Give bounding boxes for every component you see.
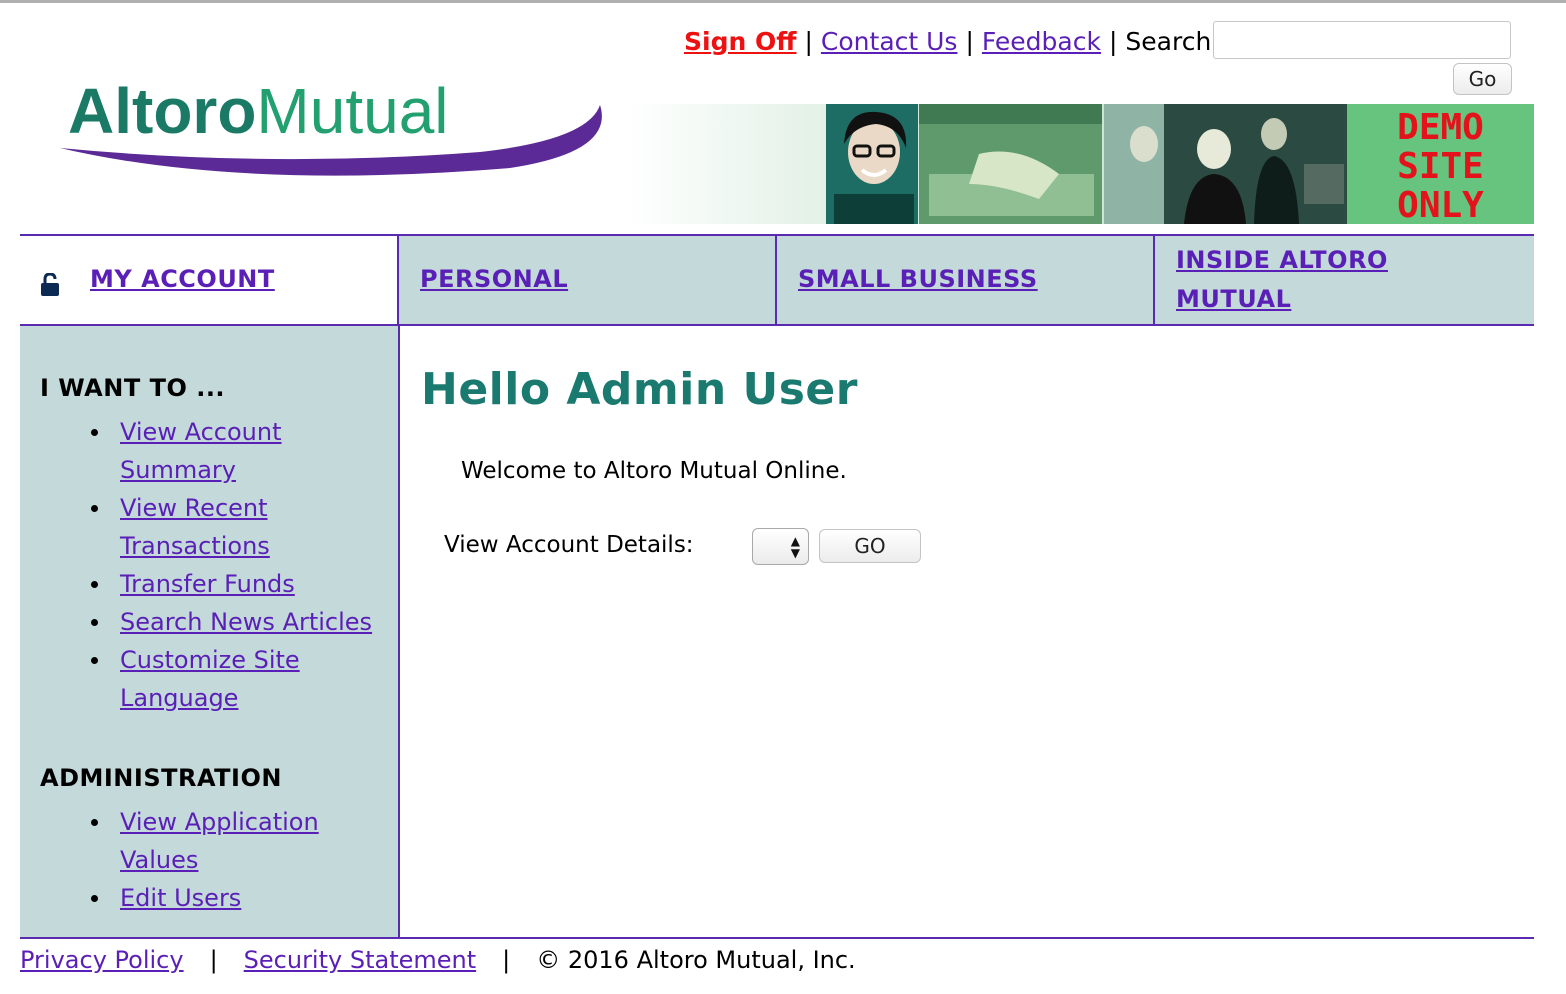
transfer-funds-link[interactable]: Transfer Funds [120,570,295,598]
search-news-articles-link[interactable]: Search News Articles [120,608,372,636]
lock-icon [41,273,59,296]
sidebar: I WANT TO ... View Account Summary View R… [20,326,400,938]
separator: | [1108,27,1118,56]
separator: | [209,946,218,974]
list-item: Customize Site Language [20,641,380,717]
svg-text:AltoroMutual: AltoroMutual [68,75,449,147]
customize-site-language-link[interactable]: Customize Site Language [120,646,300,712]
nav-inside-line2: MUTUAL [1176,285,1292,313]
demo-site-only-badge: DEMO SITE ONLY [1347,104,1534,224]
administration-heading: ADMINISTRATION [40,764,282,792]
demo-line: DEMO [1397,107,1484,148]
list-item: Search News Articles [20,603,380,641]
security-statement-link[interactable]: Security Statement [244,946,476,974]
nav-cell-small-business: SMALL BUSINESS [777,236,1155,324]
sign-off-link[interactable]: Sign Off [684,27,796,56]
iwant-list: View Account Summary View Recent Transacti… [20,413,380,717]
nav-my-account[interactable]: MY ACCOUNT [90,260,275,299]
list-item: View Application Values [20,803,380,879]
privacy-policy-link[interactable]: Privacy Policy [20,946,184,974]
nav-small-business[interactable]: SMALL BUSINESS [798,260,1038,299]
nav-inside-altoro-mutual[interactable]: INSIDE ALTORO MUTUAL [1176,241,1516,319]
demo-line: SITE [1397,146,1484,187]
feedback-link[interactable]: Feedback [982,27,1101,56]
copyright: © 2016 Altoro Mutual, Inc. [536,946,856,974]
window-top-border [0,0,1566,3]
nav-cell-inside-altoro: INSIDE ALTORO MUTUAL [1155,236,1534,324]
separator: | [965,27,974,56]
nav-cell-personal: PERSONAL [399,236,777,324]
admin-list: View Application Values Edit Users [20,803,380,917]
footer: Privacy Policy | Security Statement | © 2016… [20,944,856,976]
edit-users-link[interactable]: Edit Users [120,884,241,912]
photo-woman-glasses [826,104,918,224]
search-label: Search [1125,27,1212,56]
nav-personal[interactable]: PERSONAL [420,260,568,299]
view-account-summary-link[interactable]: View Account Summary [120,418,281,484]
list-item: Transfer Funds [20,565,380,603]
page-title: Hello Admin User [421,364,858,415]
separator: | [502,946,511,974]
main-navigation: MY ACCOUNT PERSONAL SMALL BUSINESS INSID… [20,234,1534,326]
view-account-go-button[interactable]: GO [819,529,921,563]
list-item: Edit Users [20,879,380,917]
iwant-heading: I WANT TO ... [40,374,226,402]
search-go-button[interactable]: Go [1453,63,1512,95]
separator: | [804,27,813,56]
view-recent-transactions-link[interactable]: View Recent Transactions [120,494,270,560]
nav-cell-my-account: MY ACCOUNT [20,236,399,324]
account-select[interactable]: ▲ ▼ [752,528,809,565]
nav-inside-line1: INSIDE ALTORO [1176,246,1388,274]
select-arrows-icon: ▲ ▼ [790,534,800,560]
list-item: View Recent Transactions [20,489,380,565]
top-links: Sign Off | Contact Us | Feedback | Search [684,25,1211,59]
list-item: View Account Summary [20,413,380,489]
search-input[interactable] [1213,21,1511,59]
view-account-details-label: View Account Details: [444,532,694,558]
footer-divider [20,937,1534,939]
view-application-values-link[interactable]: View Application Values [120,808,319,874]
photo-business-people [1104,104,1347,224]
altoro-mutual-logo[interactable]: AltoroMutual [40,60,610,186]
photo-hand-keyboard [919,104,1102,224]
welcome-message: Welcome to Altoro Mutual Online. [461,458,847,484]
demo-line: ONLY [1397,185,1484,224]
contact-us-link[interactable]: Contact Us [821,27,958,56]
header-banner: DEMO SITE ONLY [626,104,1534,224]
